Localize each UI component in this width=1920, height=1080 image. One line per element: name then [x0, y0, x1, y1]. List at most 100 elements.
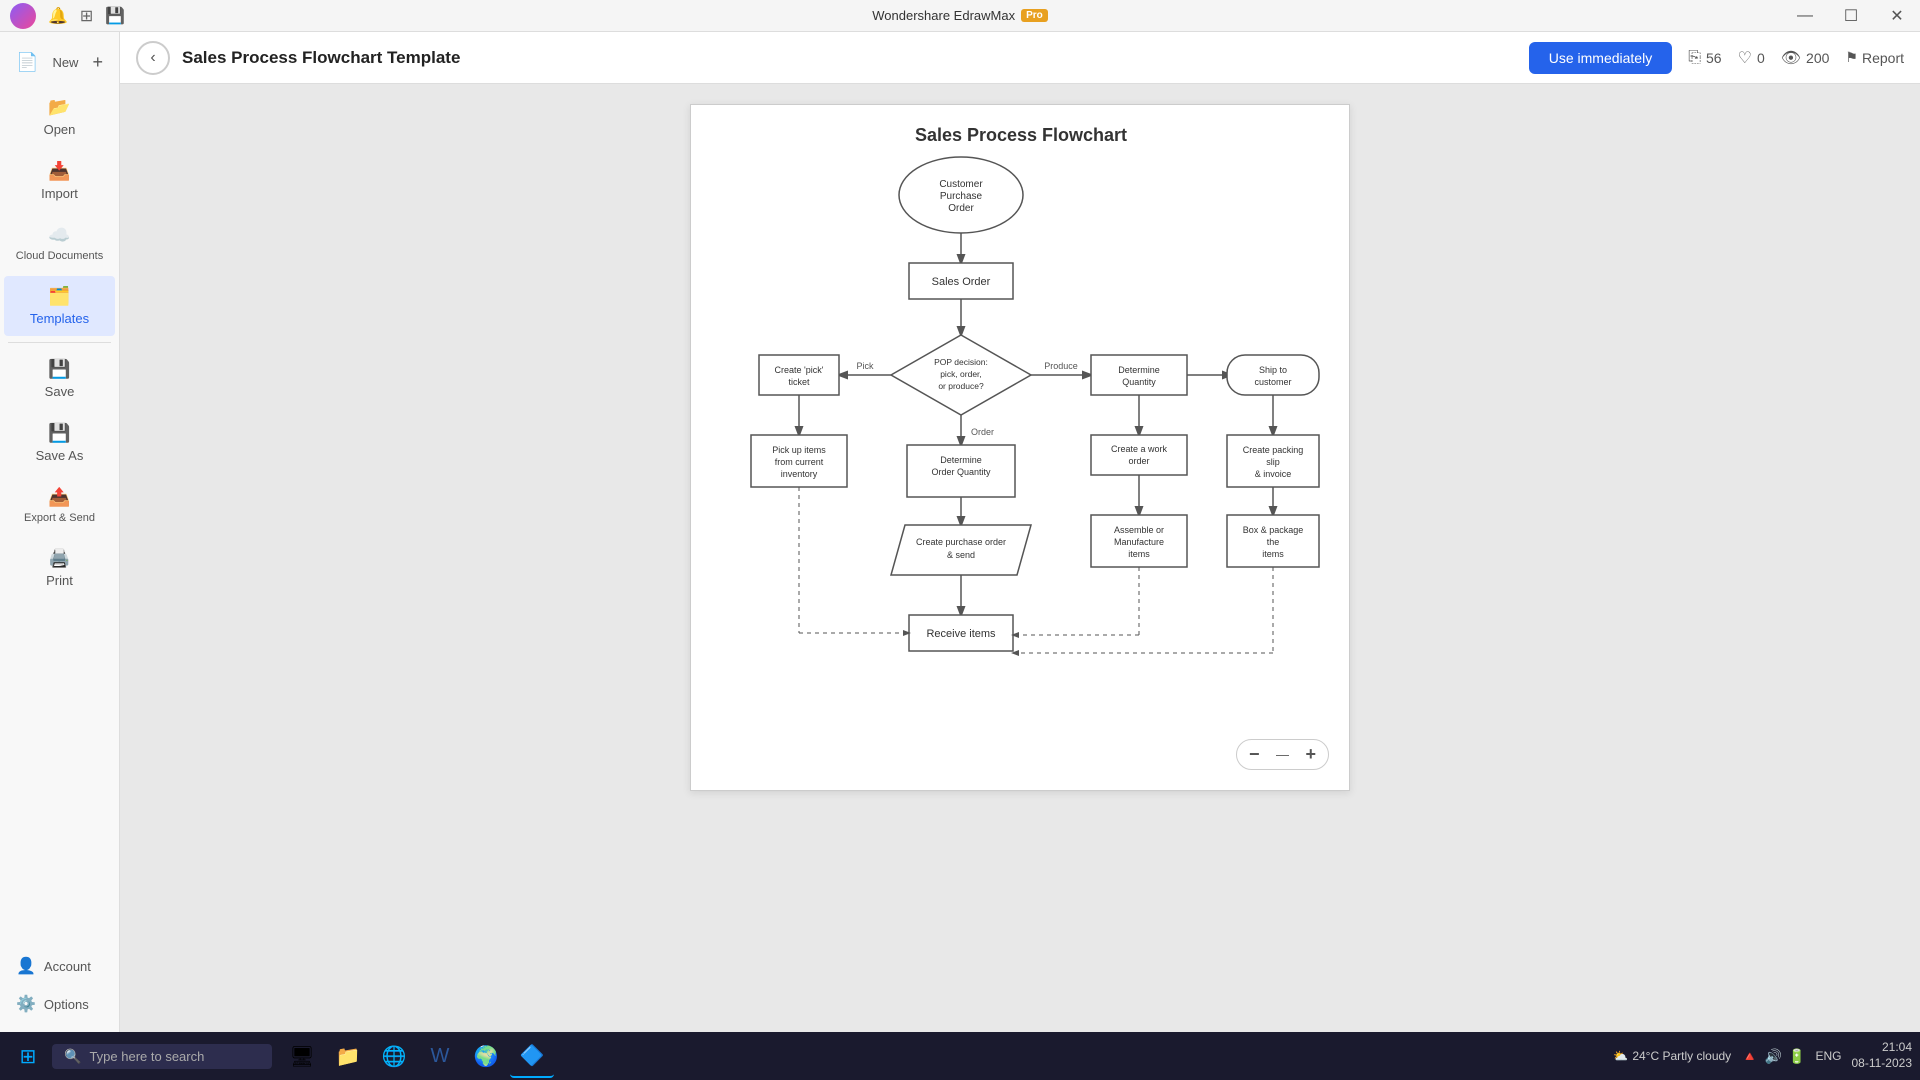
network-icon[interactable]: 🔺	[1741, 1048, 1758, 1065]
sidebar-item-options[interactable]: ⚙️ Options	[4, 986, 115, 1022]
sidebar-item-account-label: Account	[44, 959, 91, 974]
taskbar-search-bar[interactable]: 🔍	[52, 1044, 272, 1069]
window-controls: — ☐ ✕	[1782, 0, 1920, 32]
svg-text:ticket: ticket	[788, 377, 810, 387]
svg-text:Create packing: Create packing	[1243, 445, 1304, 455]
sidebar-item-new[interactable]: 📄 New +	[4, 42, 115, 83]
zoom-out-button[interactable]: −	[1249, 744, 1260, 765]
svg-text:Order: Order	[948, 203, 974, 214]
new-icon: 📄	[16, 52, 38, 73]
diagram-title: Sales Process Flowchart	[915, 125, 1127, 145]
sidebar-item-cloud[interactable]: ☁️ Cloud Documents	[4, 215, 115, 272]
sidebar-item-save[interactable]: 💾 Save	[4, 349, 115, 409]
sidebar-item-templates[interactable]: 🗂️ Templates	[4, 276, 115, 336]
titlebar: 🔔 ⊞ 💾 Wondershare EdrawMax Pro — ☐ ✕	[0, 0, 1920, 32]
battery-icon[interactable]: 🔋	[1788, 1048, 1805, 1065]
sidebar-bottom: 👤 Account ⚙️ Options	[0, 946, 119, 1032]
export-icon: 📤	[48, 487, 70, 508]
options-icon: ⚙️	[16, 994, 36, 1014]
sidebar-item-print[interactable]: 🖨️ Print	[4, 538, 115, 598]
open-icon: 📂	[48, 97, 70, 118]
taskbar-app-chrome[interactable]: 🌍	[464, 1034, 508, 1078]
svg-text:inventory: inventory	[781, 469, 818, 479]
grid-icon[interactable]: ⊞	[80, 6, 93, 26]
taskbar-right: ⛅ 24°C Partly cloudy 🔺 🔊 🔋 ENG 21:04 08-…	[1613, 1040, 1912, 1071]
copies-stat: ⎘ 56	[1688, 49, 1721, 67]
sidebar-item-saveas[interactable]: 💾 Save As	[4, 413, 115, 473]
sidebar-item-import[interactable]: 📥 Import	[4, 151, 115, 211]
taskbar: ⊞ 🔍 🖥 📁 🌐 W 🌍 🔷 ⛅ 24°C Partly cloudy 🔺 🔊…	[0, 1032, 1920, 1080]
sidebar-item-account[interactable]: 👤 Account	[4, 948, 115, 984]
svg-text:Pick: Pick	[856, 361, 874, 371]
templates-icon: 🗂️	[48, 286, 70, 307]
svg-text:& invoice: & invoice	[1255, 469, 1292, 479]
sidebar-item-print-label: Print	[46, 573, 73, 588]
svg-text:Purchase: Purchase	[940, 191, 983, 202]
sidebar-item-open[interactable]: 📂 Open	[4, 87, 115, 147]
svg-text:Order: Order	[971, 427, 994, 437]
maximize-button[interactable]: ☐	[1828, 0, 1874, 32]
sidebar-item-saveas-label: Save As	[36, 448, 84, 463]
zoom-in-button[interactable]: +	[1305, 744, 1316, 765]
system-icons: 🔺 🔊 🔋	[1741, 1048, 1805, 1065]
svg-text:Create a work: Create a work	[1111, 444, 1168, 454]
taskbar-app-word[interactable]: W	[418, 1034, 462, 1078]
svg-text:Ship to: Ship to	[1259, 365, 1287, 375]
svg-text:the: the	[1267, 537, 1280, 547]
header-actions: Use immediately ⎘ 56 ♡ 0 👁 200 ⚑ Report	[1529, 42, 1904, 74]
import-icon: 📥	[48, 161, 70, 182]
weather-icon: ⛅	[1613, 1049, 1628, 1063]
sidebar-item-export-label: Export & Send	[24, 512, 95, 524]
use-immediately-button[interactable]: Use immediately	[1529, 42, 1672, 74]
taskbar-app-edrawmax[interactable]: 🔷	[510, 1034, 554, 1078]
save-icon: 💾	[48, 359, 70, 380]
taskbar-search-input[interactable]	[89, 1049, 249, 1064]
sidebar-item-export[interactable]: 📤 Export & Send	[4, 477, 115, 534]
sidebar-item-new-label: New	[52, 55, 78, 70]
svg-text:Determine: Determine	[940, 455, 982, 465]
svg-text:& send: & send	[947, 550, 975, 560]
svg-text:Order Quantity: Order Quantity	[931, 467, 991, 477]
likes-stat: ♡ 0	[1738, 48, 1765, 68]
page-title: Sales Process Flowchart Template	[182, 48, 1517, 68]
sidebar-item-import-label: Import	[41, 186, 78, 201]
taskbar-app-edge[interactable]: 🌐	[372, 1034, 416, 1078]
back-button[interactable]: ‹	[136, 41, 170, 75]
weather-text: 24°C Partly cloudy	[1632, 1049, 1731, 1063]
sidebar-item-templates-label: Templates	[30, 311, 89, 326]
taskbar-search-icon: 🔍	[64, 1048, 81, 1065]
pro-badge: Pro	[1021, 9, 1048, 22]
flowchart-svg: Sales Process Flowchart Customer Purchas…	[691, 105, 1351, 785]
notification-icon[interactable]: 🔔	[48, 6, 68, 26]
taskbar-clock: 21:04 08-11-2023	[1852, 1040, 1913, 1071]
cloud-icon: ☁️	[48, 225, 70, 246]
clock-time: 21:04	[1852, 1040, 1913, 1056]
report-button[interactable]: ⚑ Report	[1845, 49, 1904, 66]
svg-text:Create purchase order: Create purchase order	[916, 537, 1006, 547]
taskbar-app-widgets[interactable]: 🖥	[280, 1034, 324, 1078]
heart-icon: ♡	[1738, 48, 1752, 68]
flag-icon: ⚑	[1845, 49, 1858, 66]
plus-icon: +	[92, 52, 103, 73]
save-icon[interactable]: 💾	[105, 6, 125, 26]
user-avatar[interactable]	[10, 3, 36, 29]
taskbar-app-explorer[interactable]: 📁	[326, 1034, 370, 1078]
main-area: 📄 New + 📂 Open 📥 Import ☁️ Cloud Documen…	[0, 32, 1920, 1032]
speaker-icon[interactable]: 🔊	[1765, 1048, 1782, 1065]
diagram-paper: Sales Process Flowchart Customer Purchas…	[690, 104, 1350, 791]
account-icon: 👤	[16, 956, 36, 976]
close-button[interactable]: ✕	[1874, 0, 1920, 32]
start-button[interactable]: ⊞	[8, 1036, 48, 1076]
svg-text:POP decision:: POP decision:	[934, 357, 988, 367]
svg-text:Pick up items: Pick up items	[772, 445, 826, 455]
eye-icon: 👁	[1781, 48, 1801, 68]
titlebar-left: 🔔 ⊞ 💾	[10, 3, 125, 29]
minimize-button[interactable]: —	[1782, 0, 1828, 32]
weather-widget: ⛅ 24°C Partly cloudy	[1613, 1049, 1731, 1063]
sidebar-item-open-label: Open	[44, 122, 76, 137]
diagram-canvas[interactable]: Sales Process Flowchart Customer Purchas…	[120, 84, 1920, 1032]
language-indicator: ENG	[1815, 1049, 1841, 1063]
svg-text:Quantity: Quantity	[1122, 377, 1156, 387]
svg-text:pick, order,: pick, order,	[940, 369, 982, 379]
svg-text:Assemble or: Assemble or	[1114, 525, 1164, 535]
